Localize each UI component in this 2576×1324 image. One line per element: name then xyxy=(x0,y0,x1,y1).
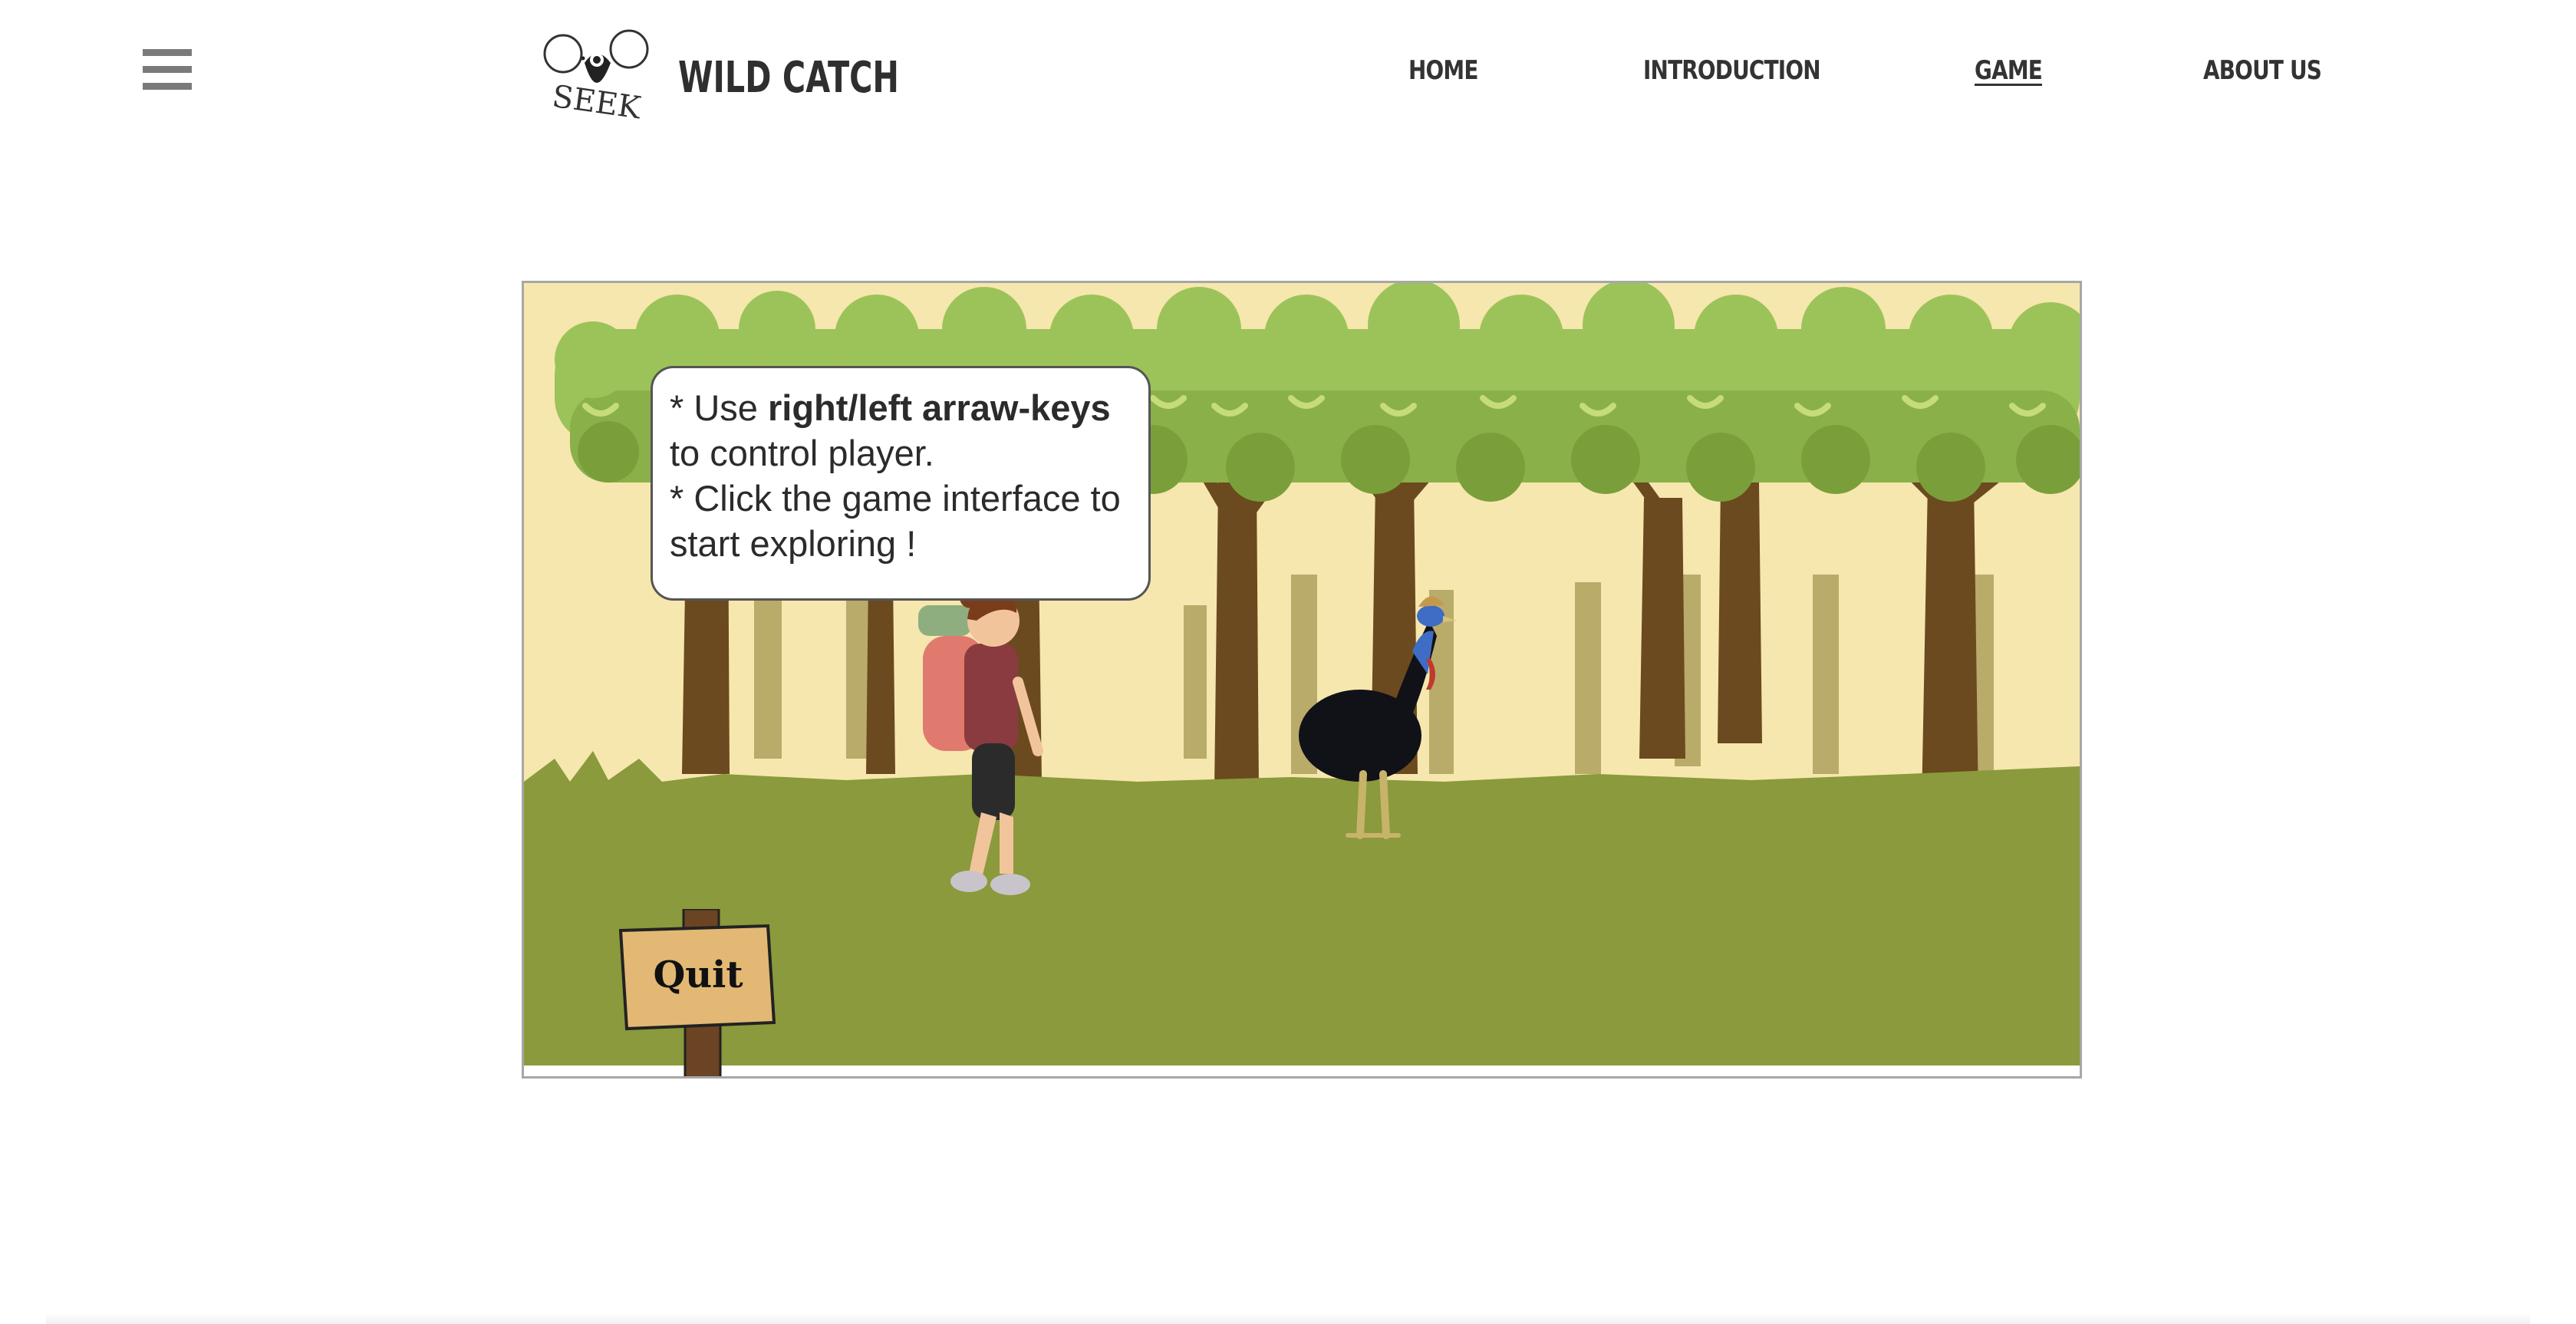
hamburger-menu-icon[interactable] xyxy=(143,49,192,92)
nav-about-us[interactable]: ABOUT US xyxy=(2203,55,2322,86)
instruction-line-1-prefix: * Use xyxy=(670,387,768,428)
svg-text:SEEK: SEEK xyxy=(550,79,644,121)
instruction-line-2: * Click the game interface to start expl… xyxy=(670,478,1121,564)
seek-logo-icon: SEEK WILD CATCH xyxy=(543,29,899,121)
nav-introduction[interactable]: INTRODUCTION xyxy=(1643,55,1821,86)
nav-home[interactable]: HOME xyxy=(1408,55,1478,86)
page: SEEK WILD CATCH HOME INTRODUCTION GAME A… xyxy=(0,0,2576,1324)
game-canvas[interactable]: * Use right/left arraw-keys to control p… xyxy=(522,281,2082,1079)
instructions-speech-bubble: * Use right/left arraw-keys to control p… xyxy=(651,366,1151,601)
nav-game[interactable]: GAME xyxy=(1975,55,2043,86)
quit-button[interactable]: Quit xyxy=(618,907,779,1076)
svg-text:WILD CATCH: WILD CATCH xyxy=(678,53,899,103)
page-footer-edge xyxy=(46,1313,2530,1324)
quit-label: Quit xyxy=(653,953,743,996)
instruction-line-1-suffix: to control player. xyxy=(670,433,934,473)
logo[interactable]: SEEK WILD CATCH xyxy=(537,21,905,121)
instruction-arrow-keys: right/left arraw-keys xyxy=(768,387,1111,428)
